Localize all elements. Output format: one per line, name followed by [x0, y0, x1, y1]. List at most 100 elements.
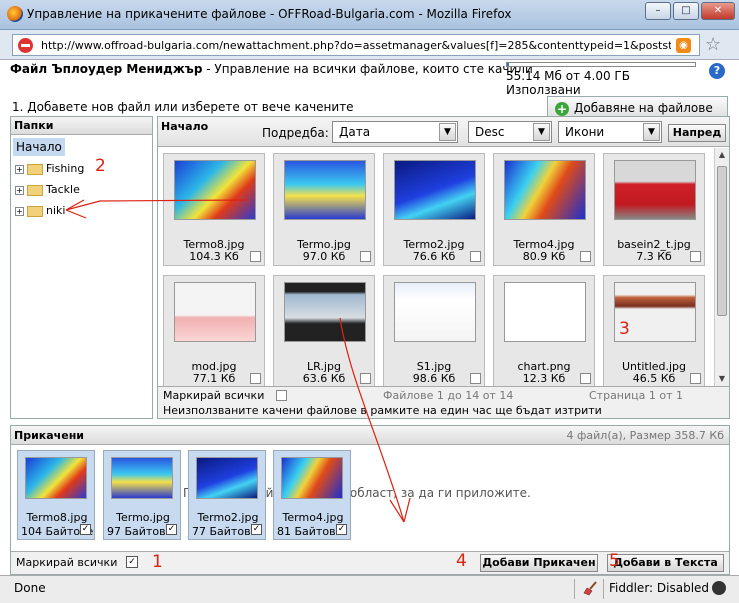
folder-icon	[27, 184, 43, 196]
scrollbar-thumb[interactable]	[717, 166, 727, 316]
files-footer: Маркирай всички Файлове 1 до 14 от 14 Ст…	[158, 386, 729, 418]
url-bar: http://www.offroad-bulgaria.com/newattac…	[0, 30, 739, 60]
attached-file[interactable]: Termo2.jpg 77 Байтове ✓	[188, 450, 266, 540]
status-bar: Done Fiddler: Disabled	[0, 575, 739, 603]
file-tile[interactable]: Termo8.jpg 104.3 Кб	[163, 153, 265, 266]
file-checkbox[interactable]	[470, 373, 481, 384]
expand-icon[interactable]: +	[15, 206, 24, 216]
close-button[interactable]: ✕	[701, 2, 735, 20]
attached-file[interactable]: Termo.jpg 97 Байтове ✓	[103, 450, 181, 540]
file-size: 98.6 Кб	[412, 372, 456, 385]
expand-icon[interactable]: +	[15, 185, 24, 195]
folder-root[interactable]: Начало	[13, 138, 65, 156]
status-divider	[603, 579, 604, 599]
site-identity-icon[interactable]	[18, 38, 33, 53]
file-size: 104.3 Кб	[189, 250, 239, 263]
file-checkbox[interactable]	[580, 373, 591, 384]
file-tile[interactable]: S1.jpg 98.6 Кб	[383, 275, 485, 386]
file-checkbox[interactable]	[250, 373, 261, 384]
bug-icon[interactable]	[712, 581, 726, 595]
file-thumbnail	[504, 160, 586, 220]
help-icon[interactable]: ?	[709, 63, 725, 79]
annotation-5: 5	[609, 551, 620, 571]
next-button[interactable]: Напред	[668, 124, 726, 142]
file-tile[interactable]: Termo4.jpg 80.9 Кб	[493, 153, 595, 266]
attached-checkbox[interactable]: ✓	[251, 524, 262, 535]
file-tile[interactable]: LR.jpg 63.6 Кб	[273, 275, 375, 386]
chevron-down-icon[interactable]: ▼	[439, 123, 456, 141]
file-checkbox[interactable]	[250, 251, 261, 262]
attached-file[interactable]: Termo4.jpg 81 Байтове ✓	[273, 450, 351, 540]
address-field[interactable]: http://www.offroad-bulgaria.com/newattac…	[12, 34, 700, 56]
attached-file[interactable]: Termo8.jpg 104 Байтове ✓	[17, 450, 95, 540]
chevron-down-icon[interactable]: ▼	[643, 123, 660, 141]
attached-mark-all-label: Маркирай всички	[16, 556, 118, 569]
quota-text: 55.14 Мб от 4.00 ГБ Използвани	[506, 69, 630, 97]
file-tile[interactable]: basein2_t.jpg 7.3 Кб	[603, 153, 705, 266]
view-select[interactable]: Икони ▼	[558, 121, 662, 143]
attached-thumbnail	[111, 457, 173, 499]
attached-checkbox[interactable]: ✓	[166, 524, 177, 535]
sort-order-select[interactable]: Desc ▼	[468, 121, 552, 143]
file-grid-scrollbar[interactable]: ▲ ▼	[714, 148, 729, 386]
attach-button[interactable]: Добави Прикачен	[480, 554, 598, 572]
page-indicator: Страница 1 от 1	[589, 389, 684, 402]
chevron-down-icon[interactable]: ▼	[533, 123, 550, 141]
expand-icon[interactable]: +	[15, 164, 24, 174]
sort-by-value: Дата	[339, 125, 371, 139]
title-separator: -	[206, 62, 211, 76]
file-checkbox[interactable]	[580, 251, 591, 262]
window-titlebar: Управление на прикачените файлове - OFFR…	[0, 0, 739, 30]
mark-all-checkbox[interactable]	[276, 390, 287, 401]
broom-icon[interactable]	[583, 580, 599, 596]
plus-icon: +	[555, 102, 569, 116]
file-thumbnail	[284, 160, 366, 220]
attached-thumbnail	[281, 457, 343, 499]
maximize-button[interactable]: □	[673, 2, 699, 20]
minimize-button[interactable]: –	[645, 2, 671, 20]
file-checkbox[interactable]	[360, 251, 371, 262]
file-checkbox[interactable]	[690, 373, 701, 384]
sort-by-select[interactable]: Дата ▼	[332, 121, 458, 143]
view-value: Икони	[565, 125, 605, 139]
file-tile[interactable]: mod.jpg 77.1 Кб	[163, 275, 265, 386]
annotation-1: 1	[152, 552, 163, 572]
file-checkbox[interactable]	[690, 251, 701, 262]
file-thumbnail	[614, 160, 696, 220]
url-text[interactable]: http://www.offroad-bulgaria.com/newattac…	[41, 39, 671, 52]
scroll-up-icon[interactable]: ▲	[715, 148, 729, 162]
attached-checkbox[interactable]: ✓	[80, 524, 91, 535]
annotation-2: 2	[95, 156, 106, 176]
file-thumbnail	[284, 282, 366, 342]
file-thumbnail	[394, 282, 476, 342]
fiddler-status[interactable]: Fiddler: Disabled	[609, 581, 709, 595]
step-instruction: 1. Добавете нов файл или изберете от веч…	[12, 100, 354, 114]
file-checkbox[interactable]	[470, 251, 481, 262]
attached-mark-all-checkbox[interactable]: ✓	[126, 556, 138, 568]
folder-item-tackle[interactable]: + Tackle	[15, 182, 80, 198]
insert-inline-button[interactable]: Добави в Текста	[607, 554, 724, 572]
attached-checkbox[interactable]: ✓	[336, 524, 347, 535]
folder-item-fishing[interactable]: + Fishing	[15, 161, 84, 177]
file-tile[interactable]: Termo.jpg 97.0 Кб	[273, 153, 375, 266]
breadcrumb[interactable]: Начало	[161, 120, 208, 133]
file-size: 12.3 Кб	[522, 372, 566, 385]
scroll-down-icon[interactable]: ▼	[715, 372, 729, 386]
file-tile[interactable]: chart.png 12.3 Кб	[493, 275, 595, 386]
quota-meter: 55.14 Мб от 4.00 ГБ Използвани	[506, 62, 696, 97]
attached-footer: Маркирай всички ✓ Добави Прикачен Добави…	[11, 551, 729, 574]
window-title: Управление на прикачените файлове - OFFR…	[27, 7, 512, 21]
file-tile[interactable]: Termo2.jpg 76.6 Кб	[383, 153, 485, 266]
file-checkbox[interactable]	[360, 373, 371, 384]
bookmark-star-icon[interactable]: ☆	[705, 34, 721, 55]
quota-bar	[506, 62, 696, 67]
folder-icon	[27, 205, 43, 217]
folder-item-niki[interactable]: + niki	[15, 203, 65, 219]
rss-icon[interactable]: ◉	[676, 38, 691, 53]
attached-title: Прикачени	[14, 429, 84, 442]
folders-panel: Папки Начало + Fishing + Tackle + niki	[10, 116, 153, 419]
sort-order-value: Desc	[475, 125, 505, 139]
file-thumbnail	[174, 160, 256, 220]
status-divider	[574, 579, 575, 599]
folder-label: Fishing	[46, 162, 85, 175]
